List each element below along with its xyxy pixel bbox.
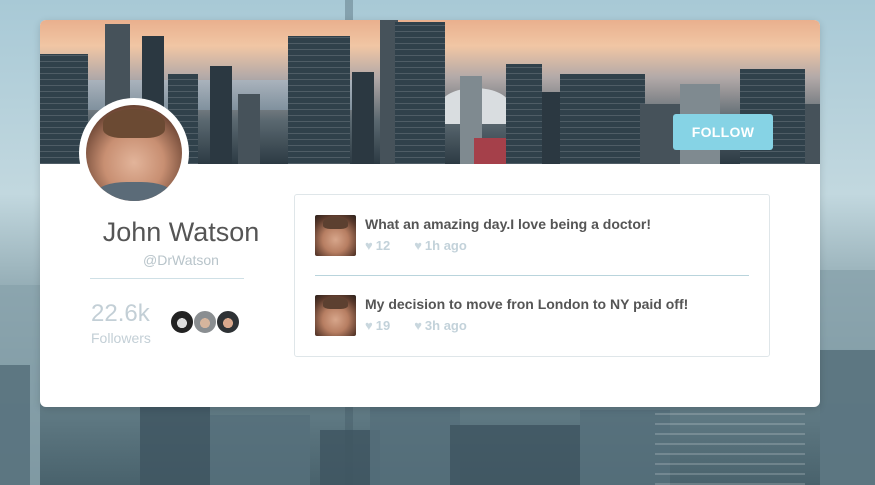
post-text: My decision to move fron London to NY pa… bbox=[365, 296, 689, 312]
follower-avatar[interactable] bbox=[170, 310, 194, 334]
follower-avatars bbox=[170, 310, 240, 334]
post-item: What an amazing day.I love being a docto… bbox=[315, 215, 751, 257]
followers-label: Followers bbox=[91, 330, 151, 346]
profile-name: John Watson bbox=[102, 217, 260, 247]
follow-button[interactable]: FOLLOW bbox=[673, 114, 773, 150]
heart-icon: ♥ bbox=[414, 238, 422, 253]
profile-avatar[interactable] bbox=[79, 98, 189, 208]
post-time: ♥ 1h ago bbox=[414, 238, 467, 253]
feed-divider bbox=[315, 275, 749, 276]
heart-icon: ♥ bbox=[365, 318, 373, 333]
follower-avatar[interactable] bbox=[193, 310, 217, 334]
divider bbox=[90, 278, 244, 279]
heart-icon: ♥ bbox=[365, 238, 373, 253]
post-text: What an amazing day.I love being a docto… bbox=[365, 216, 652, 232]
post-avatar[interactable] bbox=[315, 215, 356, 256]
profile-handle[interactable]: @DrWatson bbox=[80, 252, 282, 268]
post-time: ♥ 3h ago bbox=[414, 318, 467, 333]
like-count[interactable]: ♥ 19 bbox=[365, 318, 390, 333]
like-count[interactable]: ♥ 12 bbox=[365, 238, 390, 253]
post-avatar[interactable] bbox=[315, 295, 356, 336]
profile-card: FOLLOW John Watson @DrWatson 22.6k Follo… bbox=[40, 20, 820, 407]
post-feed: What an amazing day.I love being a docto… bbox=[294, 194, 770, 357]
follower-avatar[interactable] bbox=[216, 310, 240, 334]
heart-icon: ♥ bbox=[414, 318, 422, 333]
post-item: My decision to move fron London to NY pa… bbox=[315, 295, 751, 337]
followers-count: 22.6k bbox=[91, 300, 150, 327]
